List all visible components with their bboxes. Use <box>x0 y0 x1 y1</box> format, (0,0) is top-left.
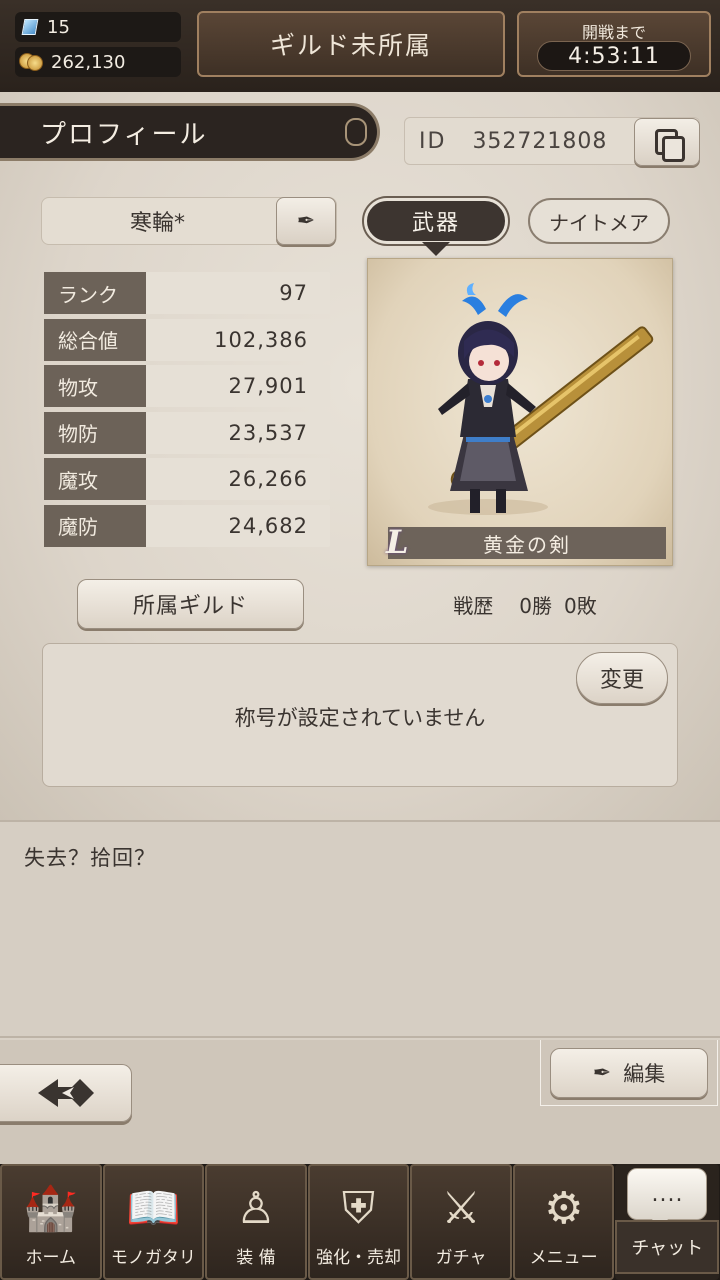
comment-text: 失去？拾回？ <box>24 846 156 870</box>
edit-name-button[interactable]: ✒ <box>276 197 336 245</box>
castle-icon: 🏰 <box>23 1183 79 1234</box>
pen-icon: ✒ <box>592 1060 612 1086</box>
gears-icon: ⚙ <box>543 1183 584 1234</box>
nav-label: チャット <box>615 1220 720 1274</box>
id-value: 352721808 <box>472 128 608 154</box>
copy-id-button[interactable] <box>634 118 700 166</box>
battle-timer: 4:53:11 <box>537 41 691 71</box>
helmet-icon: ⛨ <box>342 1183 376 1234</box>
battle-record: 戦歴 0勝 0敗 <box>380 588 670 620</box>
stat-label: ランク <box>44 272 146 314</box>
nav-menu[interactable]: ⚙ メニュー <box>512 1164 615 1280</box>
stat-value: 102,386 <box>214 327 308 352</box>
coin-icon <box>19 51 45 73</box>
nav-label: 強化・売却 <box>316 1248 402 1268</box>
weapon-name: 黄金の剣 <box>388 527 666 559</box>
stat-value: 24,682 <box>228 513 308 538</box>
stat-row-patk: 物攻 27,901 <box>44 365 330 407</box>
edit-label: 編集 <box>623 1062 666 1086</box>
stat-row-pdef: 物防 23,537 <box>44 411 330 454</box>
pen-icon: ✒ <box>296 208 316 234</box>
edit-comment-button[interactable]: ✒ 編集 <box>550 1048 708 1098</box>
stat-row-total: 総合値 102,386 <box>44 318 330 361</box>
weapon-card[interactable]: 黄金の剣 L <box>367 258 673 566</box>
rarity-badge: L <box>386 523 409 561</box>
gold-count: 262,130 <box>51 51 126 73</box>
stat-row-mdef: 魔防 24,682 <box>44 504 330 547</box>
profile-tab-header: プロフィール <box>0 103 380 161</box>
copy-icon <box>655 129 685 162</box>
stat-label: 物防 <box>44 411 146 454</box>
back-arrow-icon <box>37 1079 94 1107</box>
id-label: ID <box>419 128 447 154</box>
nav-enhance[interactable]: ⛨ 強化・売却 <box>307 1164 410 1280</box>
nav-gacha[interactable]: ⚔ ガチャ <box>410 1164 512 1280</box>
stat-label: 物攻 <box>44 365 146 407</box>
stat-value: 26,266 <box>228 467 308 491</box>
book-icon: 📖 <box>125 1183 181 1234</box>
battle-countdown[interactable]: 開戦まで 4:53:11 <box>517 11 711 77</box>
nav-home[interactable]: 🏰 ホーム <box>0 1164 102 1280</box>
nav-chat[interactable]: .... チャット <box>615 1164 720 1280</box>
nav-story[interactable]: 📖 モノガタリ <box>102 1164 205 1280</box>
record-label: 戦歴 <box>453 593 494 618</box>
bottom-nav: 🏰 ホーム 📖 モノガタリ ♙ 装 備 ⛨ 強化・売却 ⚔ ガチャ ⚙ メニュー… <box>0 1164 720 1280</box>
record-losses: 0敗 <box>564 593 597 618</box>
stat-value: 23,537 <box>228 420 308 445</box>
tab-weapon[interactable]: 武器 <box>362 196 510 246</box>
affiliated-guild-button[interactable]: 所属ギルド <box>77 579 304 629</box>
ornament-icon <box>345 118 367 146</box>
title-text: 称号が設定されていません <box>234 706 486 730</box>
nav-label: ホーム <box>25 1248 77 1268</box>
stat-row-matk: 魔攻 26,266 <box>44 458 330 500</box>
nav-label: ガチャ <box>435 1248 487 1268</box>
character-illustration <box>428 283 654 515</box>
stat-label: 魔攻 <box>44 458 146 500</box>
nav-equip[interactable]: ♙ 装 備 <box>205 1164 307 1280</box>
record-wins: 0勝 <box>519 593 552 618</box>
stat-row-rank: ランク 97 <box>44 272 330 314</box>
gem-count: 15 <box>47 16 70 38</box>
stat-value: 97 <box>279 281 308 305</box>
chat-bubble-icon: .... <box>627 1168 708 1231</box>
guild-status-banner[interactable]: ギルド未所属 <box>197 11 505 77</box>
swords-icon: ⚔ <box>441 1183 481 1234</box>
change-title-button[interactable]: 変更 <box>576 652 668 704</box>
nav-label: メニュー <box>529 1248 598 1268</box>
nav-label: 装 備 <box>236 1248 276 1268</box>
back-button[interactable] <box>0 1064 132 1122</box>
stat-label: 総合値 <box>44 318 146 361</box>
battle-label: 開戦まで <box>581 23 646 42</box>
gem-icon <box>21 17 37 37</box>
stats-table: ランク 97 総合値 102,386 物攻 27,901 物防 23,537 魔攻 26,… <box>44 272 330 551</box>
tab-pointer <box>422 242 450 256</box>
stat-label: 魔防 <box>44 504 146 547</box>
gem-counter: 15 <box>15 12 181 42</box>
comment-area: 失去？拾回？ <box>0 820 720 1038</box>
puppet-icon: ♙ <box>236 1183 276 1234</box>
gold-counter: 262,130 <box>15 47 181 77</box>
stat-value: 27,901 <box>228 374 308 398</box>
tab-nightmare[interactable]: ナイトメア <box>528 198 670 244</box>
nav-label: モノガタリ <box>110 1248 196 1268</box>
page-title: プロフィール <box>40 119 208 150</box>
